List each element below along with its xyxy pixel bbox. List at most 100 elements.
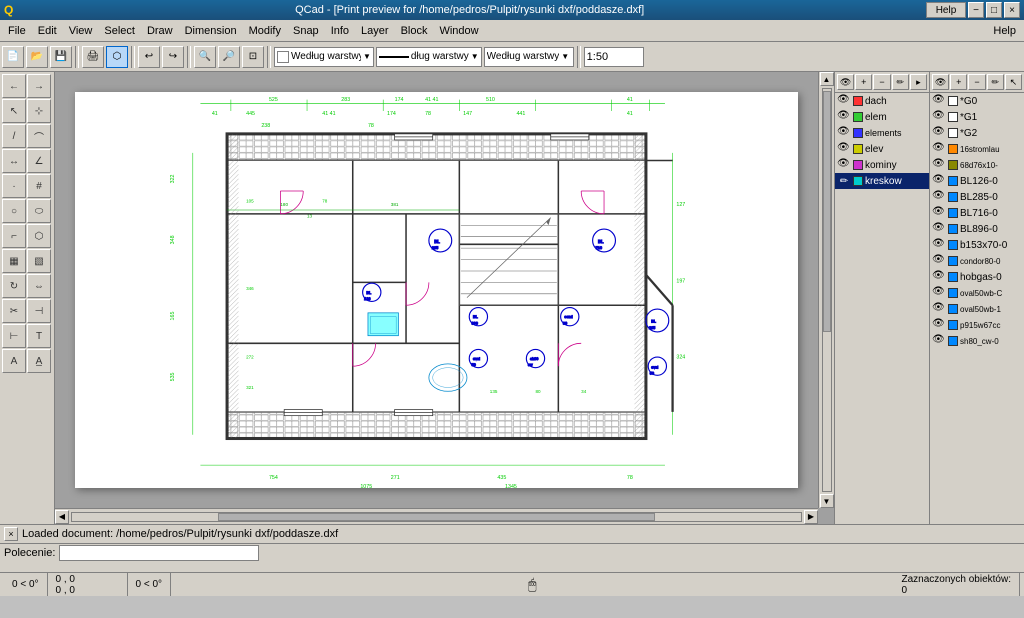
scroll-up-btn[interactable]: ▲	[820, 72, 834, 86]
zoom-out-btn[interactable]: 🔎	[218, 46, 240, 68]
rotate-tool[interactable]: ↻	[2, 274, 26, 298]
linewidth-dropdown[interactable]: Według warstwy ▼	[484, 47, 574, 67]
block-sh80-cw[interactable]: 👁 sh80_cw-0	[930, 333, 1024, 349]
horizontal-scrollbar[interactable]: ◀ ▶	[55, 508, 818, 524]
block-del-btn[interactable]: −	[968, 74, 985, 90]
layer-more-btn[interactable]: ▸	[910, 74, 927, 90]
zoom-in-btn[interactable]: 🔍	[194, 46, 216, 68]
block-eye-btn[interactable]: 👁	[932, 74, 949, 90]
block-G2[interactable]: 👁 *G2	[930, 125, 1024, 141]
hatch-tool[interactable]: ▦	[2, 249, 26, 273]
scale-input[interactable]	[584, 47, 644, 67]
menu-window[interactable]: Window	[433, 23, 484, 39]
select-cross-tool[interactable]: ⊹	[27, 99, 51, 123]
arrow-back-btn[interactable]: ←	[2, 74, 26, 98]
drawing-area[interactable]: 525 283 174 41 41 510 41 41 445 41 41 17…	[75, 92, 798, 488]
text2-tool[interactable]: A	[2, 349, 26, 373]
menu-modify[interactable]: Modify	[243, 23, 287, 39]
scroll-left-btn[interactable]: ◀	[55, 510, 69, 524]
menu-draw[interactable]: Draw	[141, 23, 179, 39]
redo-btn[interactable]: ↪	[162, 46, 184, 68]
block-G0[interactable]: 👁 *G0	[930, 93, 1024, 109]
block-condor80[interactable]: 👁 condor80-0	[930, 253, 1024, 269]
menu-dimension[interactable]: Dimension	[179, 23, 243, 39]
print-btn[interactable]: 🖨	[82, 46, 104, 68]
block-68d76x10[interactable]: 👁 68d76x10-	[930, 157, 1024, 173]
polyline-tool[interactable]: ⌐	[2, 224, 26, 248]
block-oval50wb-C[interactable]: 👁 oval50wb-C	[930, 285, 1024, 301]
layer-del-btn[interactable]: −	[873, 74, 890, 90]
circle-tool[interactable]: ○	[2, 199, 26, 223]
block-G1[interactable]: 👁 *G1	[930, 109, 1024, 125]
color-dropdown[interactable]: Według warstwy ▼	[274, 47, 374, 67]
block-edit-btn[interactable]: ✏	[987, 74, 1004, 90]
insert-tool[interactable]: A̲	[27, 349, 51, 373]
block-hobgas[interactable]: 👁 hobgas-0	[930, 269, 1024, 285]
select-tool[interactable]: ↖	[2, 99, 26, 123]
save-btn[interactable]: 💾	[50, 46, 72, 68]
menu-info[interactable]: Info	[325, 23, 355, 39]
color-dropdown-arrow[interactable]: ▼	[363, 52, 371, 61]
layer-kreskow[interactable]: ✏ kreskow	[835, 173, 929, 189]
linetype-dropdown-arrow[interactable]: ▼	[471, 52, 479, 61]
new-btn[interactable]: 📄	[2, 46, 24, 68]
block-BL716[interactable]: 👁 BL716-0	[930, 205, 1024, 221]
menu-file[interactable]: File	[2, 23, 32, 39]
line-tool[interactable]: /	[2, 124, 26, 148]
zoom-all-btn[interactable]: ⊡	[242, 46, 264, 68]
layer-edit-btn[interactable]: ✏	[892, 74, 909, 90]
arc-tool[interactable]: ⌒	[27, 124, 51, 148]
help-btn[interactable]: Help	[926, 2, 966, 18]
status-close-btn[interactable]: ×	[4, 527, 18, 541]
menu-select[interactable]: Select	[98, 23, 141, 39]
menu-help[interactable]: Help	[987, 23, 1022, 39]
block-cursor-btn[interactable]: ↖	[1005, 74, 1022, 90]
block-oval50wb-1[interactable]: 👁 oval50wb-1	[930, 301, 1024, 317]
command-input[interactable]	[59, 545, 259, 561]
layer-kominy[interactable]: 👁 kominy	[835, 157, 929, 173]
arrow-fwd-btn[interactable]: →	[27, 74, 51, 98]
snap-grid-tool[interactable]: #	[27, 174, 51, 198]
menu-view[interactable]: View	[63, 23, 99, 39]
layer-elements[interactable]: 👁 elements	[835, 125, 929, 141]
maximize-btn[interactable]: □	[986, 2, 1002, 18]
minimize-btn[interactable]: −	[968, 2, 984, 18]
layer-eye-btn[interactable]: 👁	[837, 74, 854, 90]
block-BL285[interactable]: 👁 BL285-0	[930, 189, 1024, 205]
layer-add-btn[interactable]: +	[855, 74, 872, 90]
print-preview-btn[interactable]: ⬡	[106, 46, 128, 68]
vertical-scrollbar[interactable]: ▲ ▼	[818, 72, 834, 508]
linetype-dropdown[interactable]: dług warstwy ▼	[376, 47, 482, 67]
canvas-wrapper[interactable]: 525 283 174 41 41 510 41 41 445 41 41 17…	[55, 72, 834, 524]
close-btn[interactable]: ×	[1004, 2, 1020, 18]
angle-tool[interactable]: ∠	[27, 149, 51, 173]
menu-block[interactable]: Block	[395, 23, 434, 39]
trim-tool[interactable]: ✂	[2, 299, 26, 323]
undo-btn[interactable]: ↩	[138, 46, 160, 68]
linewidth-dropdown-arrow[interactable]: ▼	[561, 52, 569, 61]
scroll-right-btn[interactable]: ▶	[804, 510, 818, 524]
mirror-tool[interactable]: ⇔	[27, 274, 51, 298]
fill-tool[interactable]: ▧	[27, 249, 51, 273]
scroll-down-btn[interactable]: ▼	[820, 494, 834, 508]
menu-layer[interactable]: Layer	[355, 23, 395, 39]
layer-elev[interactable]: 👁 elev	[835, 141, 929, 157]
layer-elem[interactable]: 👁 elem	[835, 109, 929, 125]
layer-dach[interactable]: 👁 dach	[835, 93, 929, 109]
text-tool[interactable]: T	[27, 324, 51, 348]
polygon-tool[interactable]: ⬡	[27, 224, 51, 248]
measure-tool[interactable]: ↔	[2, 149, 26, 173]
snap-point-tool[interactable]: ·	[2, 174, 26, 198]
block-add-btn[interactable]: +	[950, 74, 967, 90]
open-btn[interactable]: 📂	[26, 46, 48, 68]
menu-edit[interactable]: Edit	[32, 23, 63, 39]
block-BL126[interactable]: 👁 BL126-0	[930, 173, 1024, 189]
block-BL896[interactable]: 👁 BL896-0	[930, 221, 1024, 237]
block-b153x70[interactable]: 👁 b153x70-0	[930, 237, 1024, 253]
dimension-tool[interactable]: ⊢	[2, 324, 26, 348]
ellipse-tool[interactable]: ⬭	[27, 199, 51, 223]
extend-tool[interactable]: ⊣	[27, 299, 51, 323]
block-p915w67cc[interactable]: 👁 p915w67cc	[930, 317, 1024, 333]
block-16stromlau[interactable]: 👁 16stromlau	[930, 141, 1024, 157]
menu-snap[interactable]: Snap	[287, 23, 325, 39]
